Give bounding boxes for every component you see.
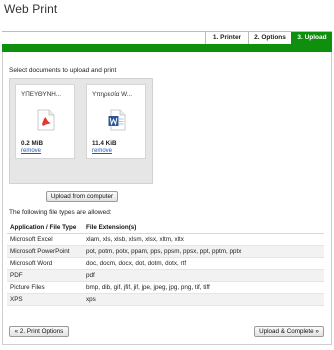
remove-file-link[interactable]: remove <box>21 148 41 154</box>
file-size: 11.4 KiB <box>92 140 117 147</box>
extensions-cell: pot, potm, potx, ppam, pps, ppsm, ppsx, … <box>83 245 324 258</box>
file-types-heading: The following file types are allowed: <box>9 209 112 216</box>
remove-file-link[interactable]: remove <box>92 148 112 154</box>
column-header: Application / File Type <box>7 222 83 234</box>
column-header: File Extension(s) <box>83 222 324 234</box>
table-row: Microsoft Word doc, docm, docx, dot, dot… <box>7 257 324 270</box>
upload-and-complete-button[interactable]: Upload & Complete » <box>254 326 324 337</box>
file-card: ΥΠΕΥΘΥΝΗ... 0.2 MiB remove <box>15 84 75 159</box>
table-row: Picture Files bmp, dib, gif, jfif, jif, … <box>7 281 324 294</box>
upload-from-computer-button[interactable]: Upload from computer <box>46 191 118 202</box>
extensions-cell: xlam, xls, xlsb, xlsm, xlsx, xltm, xltx <box>83 233 324 246</box>
file-card: Υπηρεσία W... 11.4 KiB remove <box>86 84 146 159</box>
extensions-cell: xps <box>83 293 324 306</box>
extensions-cell: bmp, dib, gif, jfif, jif, jpe, jpeg, jpg… <box>83 281 324 294</box>
table-row: Microsoft Excel xlam, xls, xlsb, xlsm, x… <box>7 233 324 246</box>
extensions-cell: pdf <box>83 269 324 282</box>
table-row: XPS xps <box>7 293 324 306</box>
file-type-cell: Microsoft PowerPoint <box>7 245 83 258</box>
file-type-cell: Picture Files <box>7 281 83 294</box>
table-row: Microsoft PowerPoint pot, potm, potx, pp… <box>7 245 324 258</box>
file-type-cell: Microsoft Word <box>7 257 83 270</box>
file-type-cell: Microsoft Excel <box>7 233 83 246</box>
file-types-table: Application / File Type File Extension(s… <box>7 222 324 306</box>
table-row: PDF pdf <box>7 269 324 282</box>
active-tab-bar <box>2 44 332 52</box>
file-name: ΥΠΕΥΘΥΝΗ... <box>21 91 62 98</box>
previous-step-button[interactable]: « 2. Print Options <box>9 326 69 337</box>
upload-instruction: Select documents to upload and print <box>9 67 117 74</box>
table-header-row: Application / File Type File Extension(s… <box>7 222 324 234</box>
app-title: Web Print <box>4 2 58 16</box>
word-file-icon <box>108 109 126 131</box>
pdf-file-icon <box>37 109 55 131</box>
file-type-cell: XPS <box>7 293 83 306</box>
file-type-cell: PDF <box>7 269 83 282</box>
file-name: Υπηρεσία W... <box>92 91 132 98</box>
file-size: 0.2 MiB <box>21 140 44 147</box>
wizard-tabs: 1. Printer 2. Options 3. Upload <box>2 31 332 45</box>
extensions-cell: doc, docm, docx, dot, dotm, dotx, rtf <box>83 257 324 270</box>
